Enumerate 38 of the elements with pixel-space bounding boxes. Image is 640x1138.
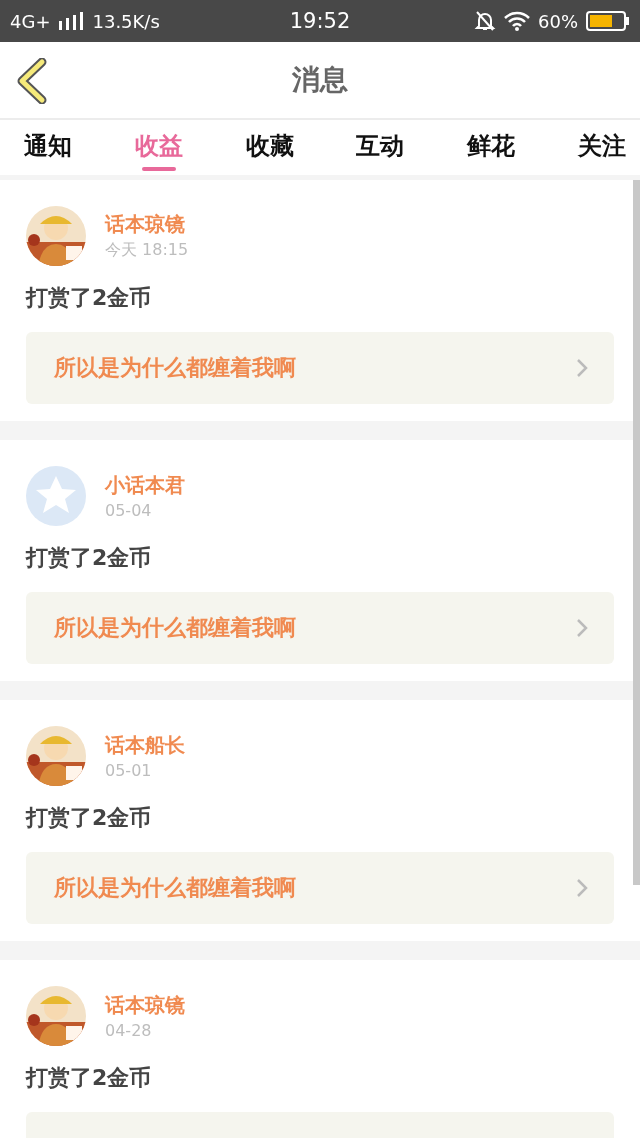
work-link[interactable]: 所以是为什么都缠着我啊 [26,852,614,924]
message-time: 04-28 [105,1021,153,1040]
user-name[interactable]: 话本琼镜 [105,211,189,238]
message-text: 打赏了2金币 [26,544,153,572]
work-title: 所以是为什么都缠着我啊 [54,874,296,902]
tab[interactable]: 通知 [14,120,82,175]
mute-bell-icon [474,10,496,32]
signal-icon [58,12,85,30]
work-title: 所以是为什么都缠着我啊 [54,354,296,382]
default-avatar-icon [26,466,86,526]
network-speed: 13.5K/s [92,10,160,32]
user-name[interactable]: 话本琼镜 [105,992,185,1019]
message-text: 打赏了2金币 [26,284,153,312]
battery-percent: 60% [538,10,578,32]
battery-icon [586,11,630,31]
wifi-icon [504,11,530,31]
work-link[interactable]: 所以是为什么都缠着我啊 [26,592,614,664]
user-name[interactable]: 小话本君 [105,472,185,499]
message-text: 打赏了2金币 [26,804,153,832]
scrollbar[interactable] [633,180,640,885]
chevron-right-icon [576,618,588,638]
network-type: 4G+ [10,10,51,32]
work-link[interactable]: 所以是为什么都缠着我啊 [26,332,614,404]
user-name[interactable]: 话本船长 [105,732,185,759]
message-time: 05-04 [105,501,153,520]
tab[interactable]: 收益 [124,120,193,175]
tab[interactable]: 关注 [568,120,636,175]
tab[interactable]: 鲜花 [457,120,526,175]
message-time: 今天 18:15 [105,240,189,261]
tab[interactable]: 收藏 [235,120,304,175]
page-title: 消息 [292,62,348,98]
work-title: 所以是为什么都缠着我啊 [54,614,296,642]
message-time: 05-01 [105,761,153,780]
tab[interactable]: 互动 [346,120,415,175]
chevron-right-icon [576,358,588,378]
clock: 19:52 [289,9,351,33]
message-text: 打赏了2金币 [26,1064,153,1092]
chevron-right-icon [576,878,588,898]
